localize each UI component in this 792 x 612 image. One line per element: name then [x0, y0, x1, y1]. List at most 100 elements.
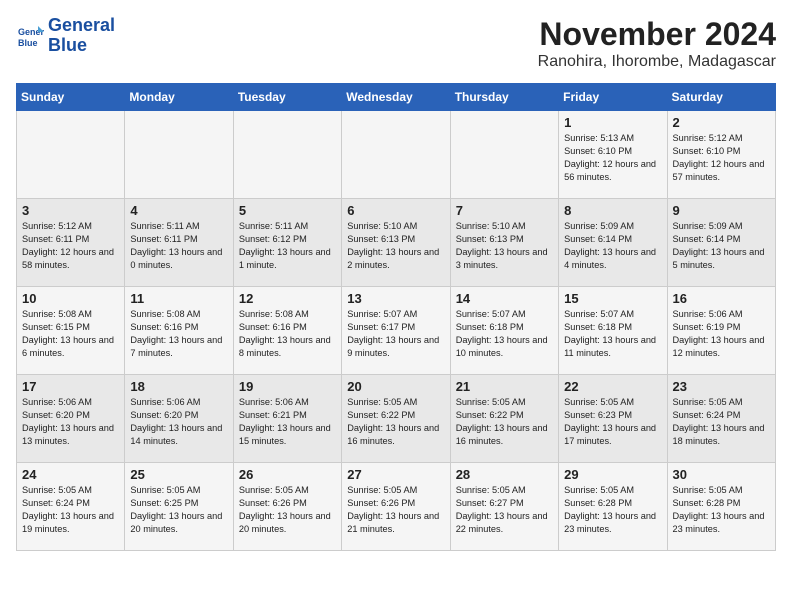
day-number: 20 [347, 379, 444, 394]
day-info: Sunrise: 5:08 AM Sunset: 6:16 PM Dayligh… [130, 308, 227, 360]
day-info: Sunrise: 5:05 AM Sunset: 6:28 PM Dayligh… [673, 484, 770, 536]
calendar-cell: 12 Sunrise: 5:08 AM Sunset: 6:16 PM Dayli… [233, 287, 341, 375]
calendar-cell: 23 Sunrise: 5:05 AM Sunset: 6:24 PM Dayli… [667, 375, 775, 463]
calendar-table: SundayMondayTuesdayWednesdayThursdayFrid… [16, 83, 776, 551]
calendar-cell: 4 Sunrise: 5:11 AM Sunset: 6:11 PM Daylig… [125, 199, 233, 287]
calendar-cell [17, 111, 125, 199]
day-number: 6 [347, 203, 444, 218]
calendar-cell: 14 Sunrise: 5:07 AM Sunset: 6:18 PM Dayli… [450, 287, 558, 375]
day-number: 28 [456, 467, 553, 482]
day-number: 21 [456, 379, 553, 394]
day-number: 23 [673, 379, 770, 394]
calendar-cell: 22Sunrise: 5:05 AM Sunset: 6:23 PM Dayli… [559, 375, 667, 463]
day-number: 24 [22, 467, 119, 482]
header-wednesday: Wednesday [342, 84, 450, 111]
day-number: 9 [673, 203, 770, 218]
header-thursday: Thursday [450, 84, 558, 111]
calendar-cell: 24 Sunrise: 5:05 AM Sunset: 6:24 PM Dayli… [17, 463, 125, 551]
calendar-cell: 17 Sunrise: 5:06 AM Sunset: 6:20 PM Dayli… [17, 375, 125, 463]
calendar-cell: 28 Sunrise: 5:05 AM Sunset: 6:27 PM Dayli… [450, 463, 558, 551]
day-number: 5 [239, 203, 336, 218]
calendar-cell: 1Sunrise: 5:13 AM Sunset: 6:10 PM Daylig… [559, 111, 667, 199]
header-friday: Friday [559, 84, 667, 111]
day-info: Sunrise: 5:08 AM Sunset: 6:15 PM Dayligh… [22, 308, 119, 360]
calendar-cell: 2 Sunrise: 5:12 AM Sunset: 6:10 PM Daylig… [667, 111, 775, 199]
calendar-week-1: 3 Sunrise: 5:12 AM Sunset: 6:11 PM Daylig… [17, 199, 776, 287]
day-info: Sunrise: 5:11 AM Sunset: 6:11 PM Dayligh… [130, 220, 227, 272]
day-info: Sunrise: 5:06 AM Sunset: 6:20 PM Dayligh… [130, 396, 227, 448]
calendar-cell: 18 Sunrise: 5:06 AM Sunset: 6:20 PM Dayli… [125, 375, 233, 463]
day-info: Sunrise: 5:05 AM Sunset: 6:26 PM Dayligh… [347, 484, 444, 536]
day-info: Sunrise: 5:07 AM Sunset: 6:18 PM Dayligh… [456, 308, 553, 360]
day-info: Sunrise: 5:06 AM Sunset: 6:19 PM Dayligh… [673, 308, 770, 360]
day-number: 12 [239, 291, 336, 306]
calendar-cell: 5 Sunrise: 5:11 AM Sunset: 6:12 PM Daylig… [233, 199, 341, 287]
calendar-cell [450, 111, 558, 199]
logo-icon: General Blue [16, 22, 44, 50]
day-info: Sunrise: 5:12 AM Sunset: 6:10 PM Dayligh… [673, 132, 770, 184]
calendar-cell: 21 Sunrise: 5:05 AM Sunset: 6:22 PM Dayli… [450, 375, 558, 463]
day-number: 18 [130, 379, 227, 394]
day-info: Sunrise: 5:08 AM Sunset: 6:16 PM Dayligh… [239, 308, 336, 360]
calendar-cell [125, 111, 233, 199]
day-number: 27 [347, 467, 444, 482]
calendar-cell: 25Sunrise: 5:05 AM Sunset: 6:25 PM Dayli… [125, 463, 233, 551]
svg-text:Blue: Blue [18, 38, 38, 48]
day-number: 13 [347, 291, 444, 306]
calendar-week-0: 1Sunrise: 5:13 AM Sunset: 6:10 PM Daylig… [17, 111, 776, 199]
header-tuesday: Tuesday [233, 84, 341, 111]
calendar-cell: 3 Sunrise: 5:12 AM Sunset: 6:11 PM Daylig… [17, 199, 125, 287]
day-info: Sunrise: 5:05 AM Sunset: 6:25 PM Dayligh… [130, 484, 227, 536]
logo-line1: General [48, 16, 115, 36]
calendar-cell [342, 111, 450, 199]
month-title: November 2024 [538, 16, 776, 53]
calendar-cell [233, 111, 341, 199]
calendar-cell: 30 Sunrise: 5:05 AM Sunset: 6:28 PM Dayli… [667, 463, 775, 551]
day-info: Sunrise: 5:05 AM Sunset: 6:22 PM Dayligh… [456, 396, 553, 448]
logo-text: General Blue [48, 16, 115, 56]
calendar-cell: 27 Sunrise: 5:05 AM Sunset: 6:26 PM Dayli… [342, 463, 450, 551]
calendar-cell: 15Sunrise: 5:07 AM Sunset: 6:18 PM Dayli… [559, 287, 667, 375]
day-number: 14 [456, 291, 553, 306]
calendar-cell: 6 Sunrise: 5:10 AM Sunset: 6:13 PM Daylig… [342, 199, 450, 287]
day-number: 7 [456, 203, 553, 218]
calendar-header-row: SundayMondayTuesdayWednesdayThursdayFrid… [17, 84, 776, 111]
day-info: Sunrise: 5:06 AM Sunset: 6:20 PM Dayligh… [22, 396, 119, 448]
day-info: Sunrise: 5:11 AM Sunset: 6:12 PM Dayligh… [239, 220, 336, 272]
calendar-week-3: 17 Sunrise: 5:06 AM Sunset: 6:20 PM Dayli… [17, 375, 776, 463]
day-number: 30 [673, 467, 770, 482]
header-sunday: Sunday [17, 84, 125, 111]
day-info: Sunrise: 5:05 AM Sunset: 6:22 PM Dayligh… [347, 396, 444, 448]
day-info: Sunrise: 5:10 AM Sunset: 6:13 PM Dayligh… [347, 220, 444, 272]
day-info: Sunrise: 5:09 AM Sunset: 6:14 PM Dayligh… [673, 220, 770, 272]
calendar-week-4: 24 Sunrise: 5:05 AM Sunset: 6:24 PM Dayli… [17, 463, 776, 551]
day-number: 17 [22, 379, 119, 394]
day-number: 8 [564, 203, 661, 218]
day-number: 16 [673, 291, 770, 306]
calendar-week-2: 10 Sunrise: 5:08 AM Sunset: 6:15 PM Dayli… [17, 287, 776, 375]
day-number: 2 [673, 115, 770, 130]
day-number: 26 [239, 467, 336, 482]
day-number: 15 [564, 291, 661, 306]
day-info: Sunrise: 5:05 AM Sunset: 6:24 PM Dayligh… [673, 396, 770, 448]
calendar-cell: 10 Sunrise: 5:08 AM Sunset: 6:15 PM Dayli… [17, 287, 125, 375]
day-info: Sunrise: 5:12 AM Sunset: 6:11 PM Dayligh… [22, 220, 119, 272]
day-number: 3 [22, 203, 119, 218]
calendar-cell: 20 Sunrise: 5:05 AM Sunset: 6:22 PM Dayli… [342, 375, 450, 463]
day-info: Sunrise: 5:05 AM Sunset: 6:24 PM Dayligh… [22, 484, 119, 536]
day-info: Sunrise: 5:06 AM Sunset: 6:21 PM Dayligh… [239, 396, 336, 448]
day-info: Sunrise: 5:10 AM Sunset: 6:13 PM Dayligh… [456, 220, 553, 272]
day-number: 4 [130, 203, 227, 218]
day-number: 10 [22, 291, 119, 306]
calendar-cell: 8Sunrise: 5:09 AM Sunset: 6:14 PM Daylig… [559, 199, 667, 287]
day-info: Sunrise: 5:13 AM Sunset: 6:10 PM Dayligh… [564, 132, 661, 184]
calendar-cell: 16 Sunrise: 5:06 AM Sunset: 6:19 PM Dayli… [667, 287, 775, 375]
day-number: 29 [564, 467, 661, 482]
header-saturday: Saturday [667, 84, 775, 111]
header-monday: Monday [125, 84, 233, 111]
calendar-cell: 19Sunrise: 5:06 AM Sunset: 6:21 PM Dayli… [233, 375, 341, 463]
calendar-cell: 11Sunrise: 5:08 AM Sunset: 6:16 PM Dayli… [125, 287, 233, 375]
day-info: Sunrise: 5:05 AM Sunset: 6:28 PM Dayligh… [564, 484, 661, 536]
day-info: Sunrise: 5:05 AM Sunset: 6:27 PM Dayligh… [456, 484, 553, 536]
calendar-cell: 7 Sunrise: 5:10 AM Sunset: 6:13 PM Daylig… [450, 199, 558, 287]
